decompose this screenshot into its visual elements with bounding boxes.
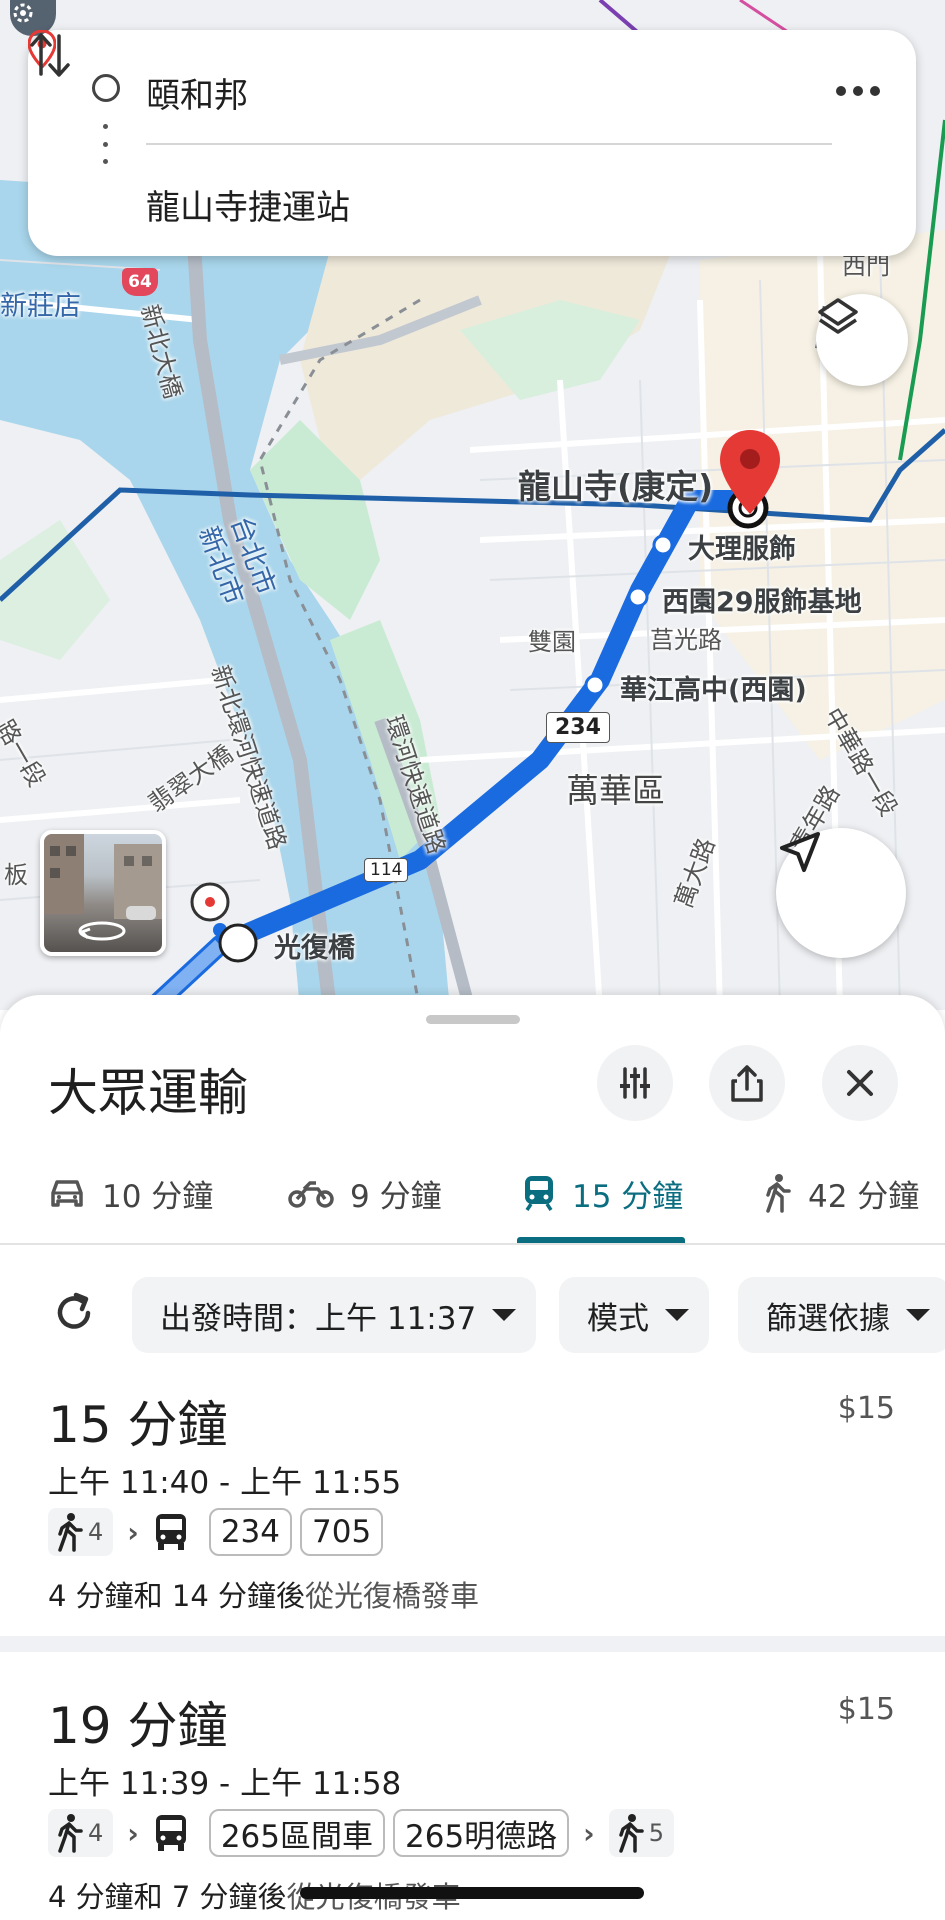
map-label-juguang: 莒光路 — [650, 626, 722, 654]
map-label-longshan: 龍山寺(康定) — [518, 467, 714, 506]
origin-field[interactable]: 頤和邦 — [146, 68, 248, 117]
street-view-thumbnail[interactable] — [40, 830, 166, 956]
map-label-xinzhuang: 新莊店 — [0, 291, 81, 322]
tab-motorcycle-label: 9 分鐘 — [350, 1178, 442, 1215]
car-icon — [51, 1180, 83, 1207]
walk-icon — [58, 1814, 83, 1853]
chevron-right-icon: › — [583, 1816, 595, 1850]
route-badge-114: 114 — [364, 858, 409, 882]
trip-option-1[interactable]: 15 分鐘 $15 上午 11:40 - 上午 11:55 4 › 234 70… — [0, 1385, 945, 1615]
motorcycle-icon — [288, 1181, 334, 1208]
walk-icon — [766, 1174, 791, 1213]
gear-icon — [13, 3, 33, 23]
trip-departure-note: 4 分鐘和 14 分鐘後從光復橋發車 — [48, 1573, 479, 1615]
travel-mode-tabs: 10 分鐘 9 分鐘 15 分鐘 42 分鐘 — [0, 1145, 945, 1245]
share-icon — [731, 1065, 763, 1102]
tab-car[interactable]: 10 分鐘 — [48, 1163, 213, 1223]
map-label-huajiang: 華江高中(西園) — [620, 675, 807, 706]
trip-time-range: 上午 11:40 - 上午 11:55 — [48, 1465, 402, 1501]
walk-step-chip: 4 — [48, 1809, 114, 1857]
map-label-dali: 大理服飾 — [688, 534, 796, 565]
bus-line-chip: 265區間車 — [208, 1809, 385, 1857]
directions-bottom-sheet: 大眾運輸 10 分鐘 9 分鐘 15 分鐘 42 分鐘 出發時間：上午 11:3… — [0, 995, 945, 1920]
trip-note-main: 4 分鐘和 7 分鐘後 — [48, 1880, 287, 1914]
destination-pin-icon[interactable] — [720, 430, 780, 514]
walk-minutes: 4 — [88, 1518, 104, 1546]
chevron-down-icon — [492, 1309, 517, 1321]
walk-icon — [58, 1513, 83, 1552]
depart-time-chip[interactable]: 出發時間：上午 11:37 — [132, 1277, 537, 1353]
route-badge-234: 234 — [546, 712, 610, 743]
directions-search-card: 頤和邦 龍山寺捷運站 — [28, 30, 916, 256]
tab-walk-label: 42 分鐘 — [808, 1178, 920, 1215]
sheet-drag-handle[interactable] — [426, 1015, 520, 1024]
chevron-down-icon — [906, 1309, 930, 1321]
sort-chip[interactable]: 篩選依據 — [738, 1277, 945, 1353]
layers-button[interactable] — [816, 294, 908, 386]
trip-fare: $15 — [837, 1692, 895, 1727]
tab-car-label: 10 分鐘 — [102, 1178, 214, 1215]
close-icon — [847, 1070, 873, 1096]
tab-motorcycle[interactable]: 9 分鐘 — [288, 1163, 442, 1223]
chevron-right-icon: › — [127, 1816, 139, 1850]
walk-minutes: 5 — [648, 1819, 664, 1847]
map-label-shuangyuan: 雙園 — [528, 628, 576, 656]
swap-icon[interactable] — [28, 30, 72, 80]
walk-step-chip: 5 — [608, 1809, 674, 1857]
rotate-360-icon — [78, 921, 126, 941]
depart-time-label: 出發時間：上午 11:37 — [160, 1300, 477, 1337]
trip-note-main: 4 分鐘和 14 分鐘後 — [48, 1579, 306, 1613]
trip-steps: 4 › 265區間車 265明德路 › 5 — [48, 1808, 674, 1858]
trip-duration: 19 分鐘 — [48, 1697, 228, 1755]
bus-icon — [155, 1514, 186, 1550]
mode-chip[interactable]: 模式 — [559, 1277, 709, 1353]
map-label-wanhua: 萬華區 — [566, 771, 665, 810]
map-label-guangfu: 光復橋 — [274, 933, 355, 964]
close-button[interactable] — [822, 1045, 898, 1121]
trip-separator — [0, 1636, 945, 1652]
walk-minutes: 4 — [88, 1819, 104, 1847]
bus-line-chip: 234 — [208, 1508, 292, 1556]
transit-icon — [525, 1176, 553, 1211]
refresh-icon[interactable] — [50, 1289, 98, 1337]
bus-line-chip: 705 — [300, 1508, 384, 1556]
home-indicator[interactable] — [300, 1887, 644, 1899]
filter-bar: 出發時間：上午 11:37 模式 篩選依據 — [0, 1277, 945, 1353]
chevron-down-icon — [665, 1309, 689, 1321]
chevron-right-icon: › — [127, 1515, 139, 1549]
map-label-ximen29: 西園29服飾基地 — [662, 587, 862, 618]
my-location-button[interactable] — [776, 828, 906, 958]
fields-divider — [146, 143, 832, 145]
map-label-ban: 板 — [4, 861, 28, 889]
active-tab-indicator — [517, 1237, 685, 1243]
route-options-button[interactable] — [597, 1045, 673, 1121]
origin-circle-icon — [92, 74, 120, 102]
walk-icon — [618, 1814, 644, 1853]
route-dots-icon — [103, 124, 109, 164]
walk-step-chip: 4 — [48, 1508, 114, 1556]
sheet-title: 大眾運輸 — [48, 1064, 248, 1122]
trip-fare: $15 — [837, 1391, 895, 1426]
sort-chip-label: 篩選依據 — [766, 1300, 890, 1337]
bus-line-chip: 265明德路 — [393, 1809, 570, 1857]
bus-icon — [155, 1815, 186, 1851]
tab-transit[interactable]: 15 分鐘 — [522, 1163, 683, 1223]
more-options-icon[interactable] — [836, 86, 880, 100]
sliders-icon — [620, 1067, 650, 1099]
map-view[interactable]: 龍山寺(康定) 大理服飾 西園29服飾基地 雙園 莒光路 華江高中(西園) 萬華… — [0, 0, 945, 1010]
tab-transit-label: 15 分鐘 — [572, 1178, 684, 1215]
trip-steps: 4 › 234 705 — [48, 1507, 384, 1557]
mode-chip-label: 模式 — [587, 1300, 649, 1337]
highway-shield-64: 64 — [122, 268, 158, 296]
trip-time-range: 上午 11:39 - 上午 11:58 — [48, 1766, 402, 1802]
navigation-arrow-icon — [780, 832, 820, 872]
destination-field[interactable]: 龍山寺捷運站 — [146, 180, 350, 229]
layers-icon — [818, 298, 858, 334]
trip-note-stop: 從光復橋發車 — [305, 1579, 480, 1613]
tab-walk[interactable]: 42 分鐘 — [762, 1163, 919, 1223]
trip-option-2[interactable]: 19 分鐘 $15 上午 11:39 - 上午 11:58 4 › 265區間車… — [0, 1686, 945, 1916]
trip-duration: 15 分鐘 — [48, 1396, 228, 1454]
share-button[interactable] — [709, 1045, 785, 1121]
